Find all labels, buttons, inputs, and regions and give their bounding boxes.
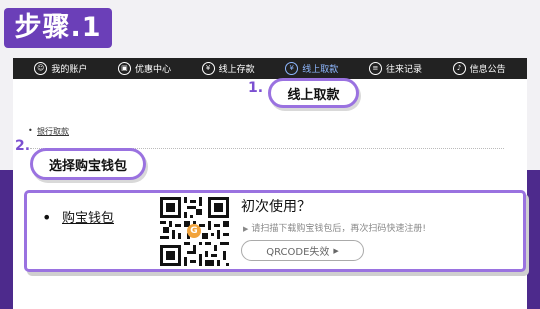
- qrcode-expired-button[interactable]: QRCODE失效 ▶: [241, 240, 364, 261]
- bell-icon: ♪: [452, 62, 466, 75]
- qrcode-expired-label: QRCODE失效: [266, 247, 330, 258]
- breadcrumb-bank-withdraw[interactable]: 银行取款: [28, 126, 69, 137]
- user-icon: ☺: [34, 62, 48, 75]
- nav-item-deposit[interactable]: ¥ 线上存款: [198, 58, 259, 79]
- callout-withdraw-label: 线上取款: [268, 78, 359, 108]
- nav-label: 往来记录: [385, 65, 422, 75]
- scan-hint: ▶ 请扫描下载购宝钱包后，再次扫码快速注册!: [243, 221, 426, 234]
- nav-label: 线上存款: [218, 65, 255, 75]
- nav-item-promotions[interactable]: ▣ 优惠中心: [114, 58, 175, 79]
- callout-number-2: 2.: [15, 138, 31, 154]
- step-badge: 步骤.1: [4, 8, 112, 48]
- wallet-link[interactable]: 购宝钱包: [62, 207, 114, 226]
- callout-number-1: 1.: [248, 80, 264, 96]
- callout-select-wallet-label: 选择购宝钱包: [30, 148, 146, 180]
- wallet-logo-icon: G: [187, 224, 201, 238]
- nav-label: 优惠中心: [134, 65, 171, 75]
- nav-item-withdraw[interactable]: ¥ 线上取款: [281, 58, 342, 79]
- nav-label: 线上取款: [302, 65, 339, 75]
- records-icon: ≡: [368, 62, 382, 75]
- triangle-right-icon: ▶: [333, 246, 339, 255]
- nav-label: 我的账户: [51, 65, 88, 75]
- nav-item-my-account[interactable]: ☺ 我的账户: [30, 58, 91, 79]
- scan-hint-text: 请扫描下载购宝钱包后，再次扫码快速注册!: [251, 224, 426, 234]
- first-use-heading: 初次使用？: [241, 199, 311, 215]
- gift-icon: ▣: [117, 62, 131, 75]
- deposit-icon: ¥: [201, 62, 215, 75]
- nav-item-announcements[interactable]: ♪ 信息公告: [449, 58, 510, 79]
- top-navbar: ☺ 我的账户 ▣ 优惠中心 ¥ 线上存款 ¥ 线上取款 ≡ 往来记录 ♪ 信息公…: [13, 58, 527, 79]
- list-bullet: •: [42, 208, 52, 227]
- triangle-right-icon: ▶: [243, 225, 249, 233]
- nav-item-records[interactable]: ≡ 往来记录: [365, 58, 426, 79]
- withdraw-icon: ¥: [285, 62, 299, 75]
- nav-label: 信息公告: [469, 65, 506, 75]
